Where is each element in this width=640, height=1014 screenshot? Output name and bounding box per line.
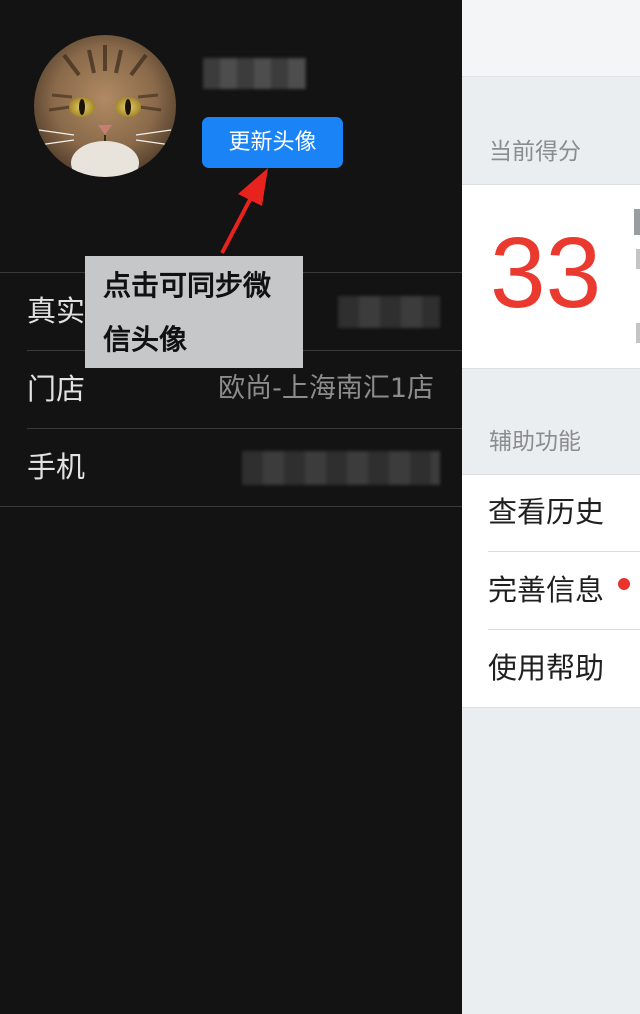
menu-divider: [488, 629, 640, 630]
annotation-line-1: 点击可同步微: [103, 269, 272, 302]
clipped-text: [636, 323, 640, 343]
annotation-callout: 点击可同步微 信头像: [85, 256, 303, 368]
aux-menu: 查看历史 完善信息 使用帮助: [462, 474, 640, 708]
aux-section-title: 辅助功能: [489, 429, 581, 455]
score-card: 33: [462, 184, 640, 369]
clipped-text: [636, 249, 640, 269]
phone-value-redacted: [242, 451, 440, 485]
real-name-value-redacted: [338, 296, 440, 328]
divider: [27, 428, 462, 429]
main-content-panel: 当前得分 33 辅助功能 查看历史 完善信息 使用帮助: [462, 0, 640, 1014]
menu-item-help[interactable]: 使用帮助: [488, 651, 604, 685]
avatar[interactable]: [34, 35, 176, 177]
score-value: 33: [490, 217, 602, 329]
cat-avatar-image: [34, 35, 176, 177]
store-label: 门店: [27, 372, 86, 406]
divider: [0, 506, 462, 507]
phone-label: 手机: [27, 450, 86, 484]
menu-divider: [488, 551, 640, 552]
score-section-title: 当前得分: [489, 139, 581, 165]
update-avatar-button[interactable]: 更新头像: [202, 117, 343, 168]
menu-item-complete-info[interactable]: 完善信息: [488, 573, 604, 607]
side-drawer: 更新头像 真实姓名 门店 欧尚-上海南汇1店 手机: [0, 0, 462, 1014]
clipped-text: [634, 209, 640, 235]
menu-item-history[interactable]: 查看历史: [488, 495, 604, 529]
top-bar: [462, 0, 640, 77]
username-redacted: [203, 58, 306, 89]
red-dot-badge-icon: [618, 578, 630, 590]
store-value: 欧尚-上海南汇1店: [218, 373, 434, 404]
annotation-line-2: 信头像: [103, 323, 188, 356]
